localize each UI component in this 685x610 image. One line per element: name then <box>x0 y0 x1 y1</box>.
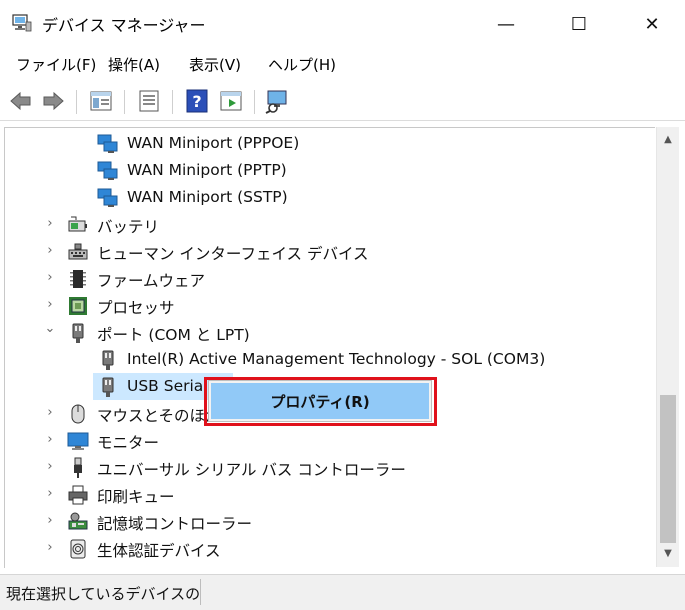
chevron-right-icon[interactable]: › <box>43 217 57 231</box>
monitor-icon <box>67 432 89 450</box>
tree-category-ports[interactable]: ⌄ ポート (COM と LPT) <box>5 319 655 346</box>
scan-hardware-icon[interactable] <box>264 88 290 114</box>
tree-item-label: 記憶域コントローラー <box>97 515 253 533</box>
menu-action[interactable]: 操作(A) <box>108 54 160 75</box>
tree-item-label: バッテリ <box>97 218 160 236</box>
chevron-right-icon[interactable]: › <box>43 244 57 258</box>
tree-item[interactable]: WAN Miniport (PPTP) <box>5 157 655 184</box>
title-bar: デバイス マネージャー — ☐ ✕ <box>0 0 685 48</box>
port-icon <box>72 323 84 343</box>
port-icon <box>102 350 114 370</box>
tree-item-label: プロセッサ <box>97 299 175 317</box>
menu-file[interactable]: ファイル(F) <box>16 54 96 75</box>
toolbar-separator <box>172 90 173 114</box>
tree-category-biometric[interactable]: › 生体認証デバイス <box>5 535 655 562</box>
window-title: デバイス マネージャー <box>42 16 206 35</box>
tree-item-label: WAN Miniport (PPPOE) <box>127 134 300 152</box>
toolbar-separator <box>254 90 255 114</box>
properties-icon[interactable] <box>136 88 162 114</box>
chevron-right-icon[interactable]: › <box>43 487 57 501</box>
tree-category-storage-controller[interactable]: › 記憶域コントローラー <box>5 508 655 535</box>
chevron-right-icon[interactable]: › <box>43 541 57 555</box>
maximize-button[interactable]: ☐ <box>551 0 607 48</box>
hid-icon <box>68 243 88 260</box>
scroll-up-button[interactable]: ▲ <box>657 129 679 151</box>
tree-item-label: ポート (COM と LPT) <box>97 326 250 344</box>
network-adapter-icon <box>97 188 118 207</box>
network-adapter-icon <box>97 161 118 180</box>
tree-item-label: 印刷キュー <box>97 488 175 506</box>
menu-view[interactable]: 表示(V) <box>189 54 241 75</box>
tree-category-print-queue[interactable]: › 印刷キュー <box>5 481 655 508</box>
scroll-down-button[interactable]: ▼ <box>657 543 679 565</box>
minimize-button[interactable]: — <box>478 0 534 48</box>
device-tree: WAN Miniport (PPPOE) WAN Miniport (PPTP)… <box>4 127 655 568</box>
tree-item-label: WAN Miniport (PPTP) <box>127 161 287 179</box>
processor-icon <box>69 297 87 315</box>
status-separator <box>200 579 201 605</box>
back-arrow-icon[interactable] <box>8 88 34 114</box>
port-icon <box>102 377 114 397</box>
context-menu: プロパティ(R) <box>208 380 432 422</box>
chevron-right-icon[interactable]: › <box>43 298 57 312</box>
usb-icon <box>74 457 82 478</box>
chevron-right-icon[interactable]: › <box>43 271 57 285</box>
status-bar: 現在選択しているデバイスの <box>0 574 685 610</box>
tree-category-battery[interactable]: › バッテリ <box>5 211 655 238</box>
mouse-icon <box>71 404 85 424</box>
tree-item-label: ユニバーサル シリアル バス コントローラー <box>97 461 406 479</box>
scrollbar-thumb[interactable] <box>660 395 676 543</box>
storage-controller-icon <box>68 512 88 530</box>
chevron-right-icon[interactable]: › <box>43 460 57 474</box>
tree-category-monitor[interactable]: › モニター <box>5 427 655 454</box>
status-text: 現在選択しているデバイスの <box>6 585 201 603</box>
tree-item-label: 生体認証デバイス <box>97 542 221 560</box>
run-icon[interactable] <box>218 88 244 114</box>
close-button[interactable]: ✕ <box>624 0 680 48</box>
menu-help[interactable]: ヘルプ(H) <box>268 54 336 75</box>
tree-item-label: ファームウェア <box>97 272 206 290</box>
vertical-scrollbar[interactable]: ▲ ▼ <box>656 127 679 567</box>
tree-item-label: モニター <box>97 434 160 452</box>
tree-item[interactable]: WAN Miniport (PPPOE) <box>5 130 655 157</box>
context-menu-properties[interactable]: プロパティ(R) <box>211 383 429 419</box>
battery-icon <box>68 216 87 232</box>
toolbar: ? <box>0 82 685 121</box>
firmware-icon <box>70 270 86 288</box>
tree-item[interactable]: Intel(R) Active Management Technology - … <box>5 346 655 373</box>
chevron-right-icon[interactable]: › <box>43 406 57 420</box>
toolbar-separator <box>124 90 125 114</box>
biometric-icon <box>70 539 86 559</box>
device-manager-icon <box>12 14 32 32</box>
tree-category-usb[interactable]: › ユニバーサル シリアル バス コントローラー <box>5 454 655 481</box>
tree-item-label: USB Serial <box>127 377 208 395</box>
tree-category-firmware[interactable]: › ファームウェア <box>5 265 655 292</box>
tree-item-label: マウスとそのほか <box>97 407 221 425</box>
chevron-right-icon[interactable]: › <box>43 514 57 528</box>
svg-text:?: ? <box>192 92 201 111</box>
toolbar-separator <box>76 90 77 114</box>
tree-item[interactable]: WAN Miniport (SSTP) <box>5 184 655 211</box>
tree-item-label: ヒューマン インターフェイス デバイス <box>97 245 369 263</box>
tree-item-label: WAN Miniport (SSTP) <box>127 188 288 206</box>
tree-item-label: Intel(R) Active Management Technology - … <box>127 350 546 368</box>
show-hide-tree-icon[interactable] <box>88 88 114 114</box>
tree-category-hid[interactable]: › ヒューマン インターフェイス デバイス <box>5 238 655 265</box>
chevron-right-icon[interactable]: › <box>43 433 57 447</box>
network-adapter-icon <box>97 134 118 153</box>
menu-bar: ファイル(F) 操作(A) 表示(V) ヘルプ(H) <box>0 50 685 80</box>
help-icon[interactable]: ? <box>184 88 210 114</box>
forward-arrow-icon[interactable] <box>40 88 66 114</box>
tree-category-processor[interactable]: › プロセッサ <box>5 292 655 319</box>
chevron-down-icon[interactable]: ⌄ <box>43 322 57 336</box>
printer-icon <box>68 485 88 505</box>
